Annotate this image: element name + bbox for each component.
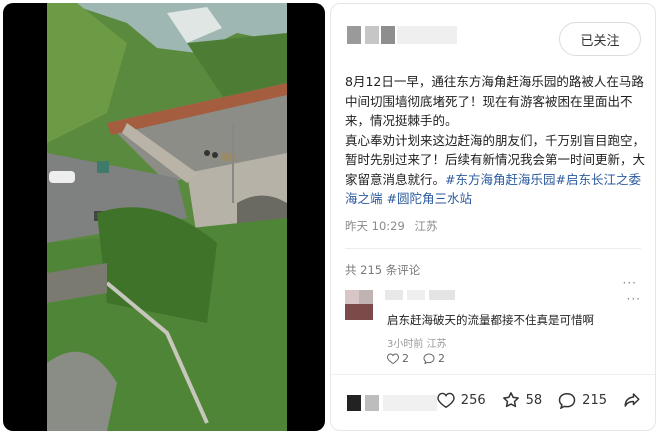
comment-location: 江苏	[426, 339, 447, 350]
comment-item: ··· 启东赶海破天的流量都接不住真是可惜啊 3小时前 江苏 2 2	[345, 286, 645, 366]
like-count: 256	[460, 392, 486, 408]
comment-like-button[interactable]: 2	[387, 352, 409, 365]
aerial-photo	[47, 3, 287, 431]
comment-reply-button[interactable]: 2	[423, 352, 445, 365]
comment-more-icon[interactable]: ···	[627, 292, 641, 306]
divider	[345, 248, 641, 249]
post-body: 8月12日一早，通往东方海角赶海乐园的路被人在马路中间切围墙彻底堵死了！现在有游…	[345, 72, 645, 209]
post-panel: 已关注 8月12日一早，通往东方海角赶海乐园的路被人在马路中间切围墙彻底堵死了！…	[330, 3, 656, 431]
hashtag-link[interactable]: #圆陀角三水站	[387, 191, 472, 206]
commenter-avatar-blurred[interactable]	[345, 290, 377, 320]
follow-button[interactable]: 已关注	[559, 22, 641, 56]
comment-text: 启东赶海破天的流量都接不住真是可惜啊	[387, 313, 594, 327]
favorite-count: 58	[525, 392, 543, 408]
post-text-paragraph-1: 8月12日一早，通往东方海角赶海乐园的路被人在马路中间切围墙彻底堵死了！现在有游…	[345, 74, 644, 128]
action-bar: 256 58 215	[331, 374, 655, 430]
comment-like-count: 2	[402, 352, 409, 365]
hashtag-link[interactable]: #东方海角赶海乐园	[445, 172, 555, 187]
current-user-avatar-blurred[interactable]	[347, 389, 437, 417]
share-icon	[624, 393, 640, 407]
heart-icon	[387, 353, 399, 364]
post-actions: 256 58 215	[437, 391, 641, 409]
post-time: 昨天 10:29	[345, 219, 405, 233]
favorite-button[interactable]: 58	[502, 391, 543, 409]
comment-bubble-icon	[558, 392, 576, 409]
share-button[interactable]	[623, 391, 641, 409]
post-meta: 昨天 10:29 江苏	[345, 218, 443, 234]
author-avatar-blurred[interactable]	[347, 26, 457, 44]
aerial-road-image	[47, 3, 287, 431]
post-text-paragraph-2: 真心奉劝计划来这边赶海的朋友们，千万别盲目跑空，暂时先别过来了！后续有新情况我会…	[345, 131, 645, 209]
comment-actions: 2 2	[387, 352, 445, 365]
commenter-name-blurred[interactable]	[385, 290, 465, 300]
comment-count: 215	[582, 392, 607, 408]
post-media[interactable]	[3, 3, 325, 431]
comment-reply-count: 2	[438, 352, 445, 365]
post-header: 已关注	[331, 4, 655, 64]
comment-button[interactable]: 215	[558, 392, 607, 409]
comment-meta: 3小时前 江苏	[387, 335, 447, 350]
comments-count: 共 215 条评论	[345, 263, 421, 277]
comment-bubble-icon	[423, 353, 435, 364]
star-icon	[502, 392, 519, 408]
screenshot-frame: 已关注 8月12日一早，通往东方海角赶海乐园的路被人在马路中间切围墙彻底堵死了！…	[0, 0, 660, 434]
post-location: 江苏	[414, 219, 438, 233]
like-button[interactable]: 256	[437, 392, 486, 408]
comment-time: 3小时前	[387, 339, 424, 350]
heart-icon	[437, 392, 455, 408]
